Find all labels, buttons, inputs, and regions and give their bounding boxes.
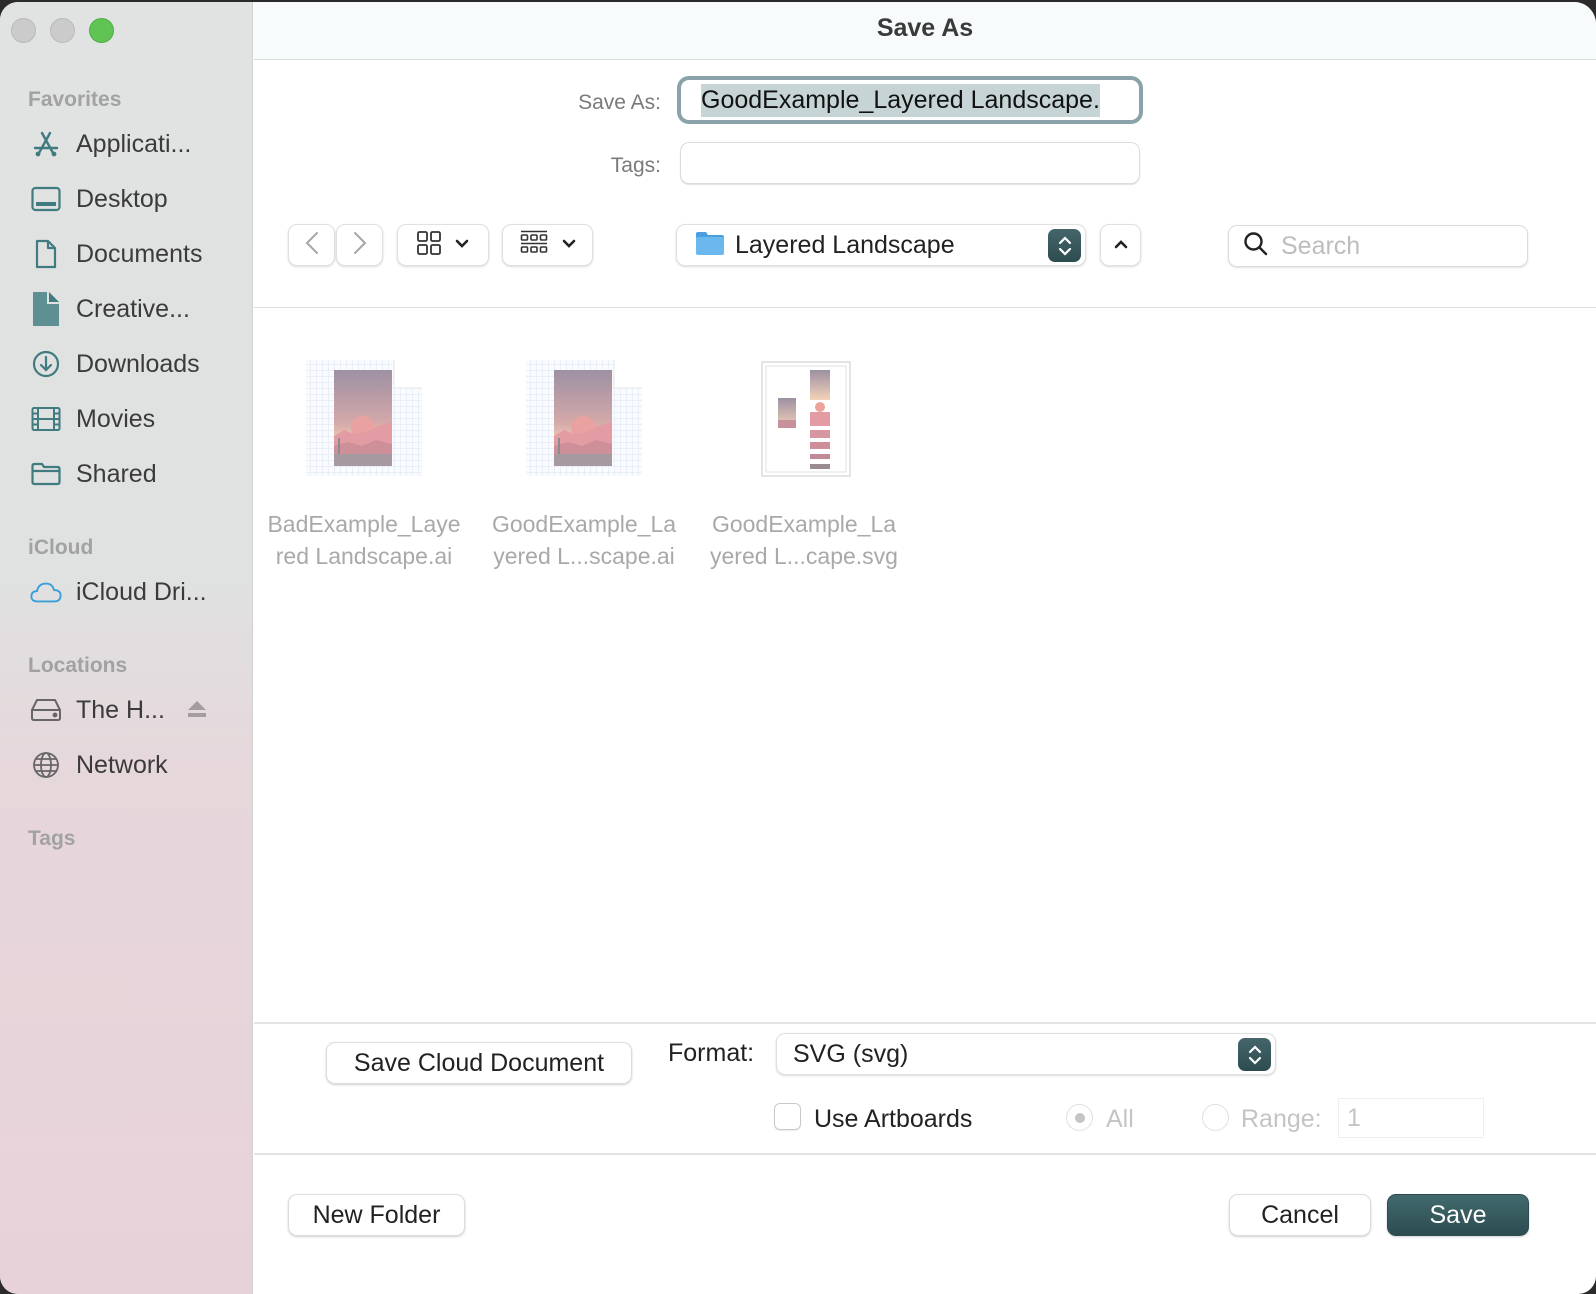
file-name: GoodExample_La yered L...cape.svg [710,511,898,569]
sidebar-item-network[interactable]: Network [30,745,245,785]
chevron-down-icon [455,236,469,254]
sidebar-section-locations: Locations [28,654,128,677]
svg-file-thumbnail [744,358,864,478]
sidebar-item-label: Desktop [76,184,168,213]
window-controls [11,18,114,43]
file-item[interactable]: BadExample_Laye red Landscape.ai [254,358,474,572]
search-input[interactable] [1281,231,1501,261]
use-artboards-checkbox[interactable] [774,1103,801,1130]
sidebar-item-label: Applicati... [76,129,192,158]
sidebar: Favorites Applicati... Desktop Documents… [0,2,253,1294]
sidebar-item-icloud-drive[interactable]: iCloud Dri... [30,572,245,612]
sidebar-item-label: Movies [76,404,156,433]
minimize-window-button[interactable] [50,18,75,43]
save-as-input[interactable]: GoodExample_Layered Landscape. [677,76,1143,124]
globe-icon [30,749,62,781]
format-label: Format: [668,1039,755,1067]
sidebar-item-shared[interactable]: Shared [30,454,245,494]
tags-input[interactable] [680,142,1140,184]
illustrator-file-thumbnail [304,358,424,478]
save-as-selected-text: GoodExample_Layered Landscape. [701,83,1100,117]
new-folder-button[interactable]: New Folder [288,1194,465,1236]
location-name: Layered Landscape [735,230,955,259]
cloud-icon [30,576,62,608]
save-dialog-window: Favorites Applicati... Desktop Documents… [0,2,1596,1294]
eject-icon[interactable] [186,699,208,721]
grid-view-icon [417,230,441,260]
file-browser: BadExample_Laye red Landscape.ai GoodExa… [254,307,1596,1024]
hard-drive-icon [30,694,62,726]
chevron-down-icon [562,236,576,254]
sidebar-item-hard-drive[interactable]: The H... [30,690,245,730]
dialog-title: Save As [876,14,974,42]
sidebar-section-tags: Tags [28,827,76,850]
sidebar-item-documents[interactable]: Documents [30,234,245,274]
range-input[interactable]: 1 [1338,1098,1484,1138]
sidebar-item-label: The H... [76,695,165,724]
tags-label: Tags: [610,154,661,177]
search-icon [1243,231,1269,262]
chevron-left-icon [305,231,319,260]
all-label: All [1106,1105,1134,1133]
file-name: BadExample_Laye red Landscape.ai [267,511,461,569]
group-by-button[interactable] [502,224,593,266]
range-label: Range: [1241,1105,1322,1133]
collapse-button[interactable] [1100,224,1141,266]
format-select[interactable]: SVG (svg) [776,1033,1276,1075]
document-icon [30,238,62,270]
sidebar-item-creative-cloud[interactable]: Creative... [30,289,245,329]
desktop-icon [30,183,62,215]
file-item[interactable]: GoodExample_La yered L...scape.ai [474,358,694,572]
main-panel: Save As Save As: GoodExample_Layered Lan… [254,2,1596,1294]
all-radio[interactable] [1066,1104,1093,1131]
folder-icon [695,230,725,261]
save-button[interactable]: Save [1387,1194,1529,1236]
popup-stepper-icon [1238,1038,1271,1071]
sidebar-item-movies[interactable]: Movies [30,399,245,439]
chevron-up-icon [1114,236,1128,254]
sidebar-item-label: Shared [76,459,157,488]
film-icon [30,403,62,435]
save-cloud-document-button[interactable]: Save Cloud Document [326,1042,632,1084]
applications-icon [30,128,62,160]
sidebar-item-applications[interactable]: Applicati... [30,124,245,164]
sidebar-item-desktop[interactable]: Desktop [30,179,245,219]
back-button[interactable] [288,224,335,266]
cancel-button[interactable]: Cancel [1229,1194,1371,1236]
sidebar-section-favorites: Favorites [28,88,122,111]
chevron-right-icon [353,231,367,260]
sidebar-item-label: Network [76,750,168,779]
format-value: SVG (svg) [793,1039,909,1068]
sidebar-item-downloads[interactable]: Downloads [30,344,245,384]
file-item[interactable]: GoodExample_La yered L...cape.svg [694,358,914,572]
zoom-window-button[interactable] [89,18,114,43]
illustrator-file-thumbnail [524,358,644,478]
gallery-group-icon [520,230,548,261]
creative-cloud-file-icon [30,292,62,326]
file-name: GoodExample_La yered L...scape.ai [491,511,677,569]
view-mode-button[interactable] [397,224,489,266]
title-bar: Save As [254,2,1596,60]
sidebar-item-label: Downloads [76,349,200,378]
location-popup[interactable]: Layered Landscape [676,224,1086,266]
sidebar-item-label: Creative... [76,294,190,323]
search-field[interactable] [1228,225,1528,267]
use-artboards-label: Use Artboards [814,1105,973,1133]
folder-icon [30,458,62,490]
range-radio[interactable] [1202,1104,1229,1131]
sidebar-item-label: Documents [76,239,203,268]
save-as-label: Save As: [578,91,661,114]
close-window-button[interactable] [11,18,36,43]
downloads-icon [30,348,62,380]
sidebar-item-label: iCloud Dri... [76,577,207,606]
popup-stepper-icon [1048,229,1081,262]
forward-button[interactable] [336,224,383,266]
footer-divider [254,1153,1596,1155]
sidebar-section-icloud: iCloud [28,536,94,559]
